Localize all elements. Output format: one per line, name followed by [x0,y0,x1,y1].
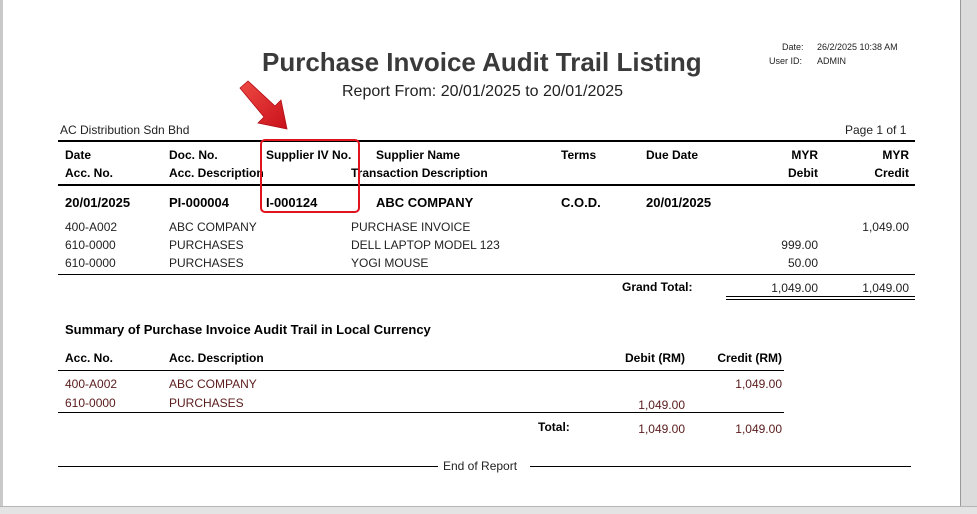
date-value: 26/2/2025 10:38 AM [817,42,898,52]
summary-total-debit: 1,049.00 [638,422,685,436]
line-debit: 50.00 [787,256,818,270]
summary-total-credit: 1,049.00 [735,422,782,436]
report-title: Purchase Invoice Audit Trail Listing [262,47,702,77]
col-due-date: Due Date [646,148,699,162]
col-terms: Terms [561,148,597,162]
summary-col-acc-desc: Acc. Description [169,351,264,365]
col-acc-no: Acc. No. [65,166,114,180]
col-trans-desc: Transaction Description [351,166,488,180]
line-debit: 999.00 [781,238,818,252]
summary-row-acc-desc: ABC COMPANY [169,377,257,391]
line-acc-desc: PURCHASES [169,238,244,252]
invoice-supplier-name: ABC COMPANY [376,195,474,210]
summary-row-acc-no: 400-A002 [65,377,118,391]
company-name: AC Distribution Sdn Bhd [60,123,190,137]
grand-total-credit: 1,049.00 [862,281,909,295]
col-myr-credit-top: MYR [882,148,909,162]
line-acc-desc: ABC COMPANY [169,220,257,234]
line-trans-desc: PURCHASE INVOICE [351,220,471,234]
user-label: User ID: [769,56,803,66]
col-supplier-name: Supplier Name [376,148,461,162]
line-acc-no: 400-A002 [65,220,118,234]
grand-total-debit: 1,049.00 [771,281,818,295]
summary-col-acc-no: Acc. No. [65,351,114,365]
summary-total-label: Total: [538,420,570,434]
summary-row-debit: 1,049.00 [638,398,685,412]
summary-row-acc-desc: PURCHASES [169,396,244,410]
end-rule-right [530,466,911,467]
line-acc-no: 610-0000 [65,256,116,270]
lines-bottom-rule [58,274,915,275]
summary-rows-rule [58,412,784,413]
col-credit: Credit [874,166,909,180]
col-date: Date [65,148,92,162]
red-arrow-icon [239,80,288,130]
line-credit: 1,049.00 [862,220,909,234]
header-top-rule [58,140,915,142]
col-doc-no: Doc. No. [169,148,218,162]
line-acc-desc: PURCHASES [169,256,244,270]
end-rule-left [58,466,438,467]
grand-total-label: Grand Total: [622,280,693,294]
end-of-report: End of Report [443,459,518,473]
summary-title: Summary of Purchase Invoice Audit Trail … [65,322,431,337]
line-trans-desc: YOGI MOUSE [351,256,429,270]
invoice-date: 20/01/2025 [65,195,131,210]
grand-total-double-rule-bottom [726,299,915,300]
summary-col-debit: Debit (RM) [625,351,685,365]
user-value: ADMIN [817,56,846,66]
report-subtitle: Report From: 20/01/2025 to 20/01/2025 [342,83,624,100]
summary-col-credit: Credit (RM) [717,351,782,365]
date-label: Date: [782,42,804,52]
page-number: Page 1 of 1 [845,123,907,137]
summary-row-acc-no: 610-0000 [65,396,116,410]
header-bottom-rule [58,184,915,186]
col-acc-desc: Acc. Description [169,166,264,180]
col-myr-debit-top: MYR [791,148,818,162]
highlight-box [260,139,360,213]
viewer-scrollbar[interactable] [960,0,977,513]
grand-total-double-rule-top [726,296,915,297]
invoice-due-date: 20/01/2025 [646,195,712,210]
viewer-left-edge [0,0,3,513]
line-acc-no: 610-0000 [65,238,116,252]
line-trans-desc: DELL LAPTOP MODEL 123 [351,238,500,252]
summary-row-credit: 1,049.00 [735,377,782,391]
invoice-terms: C.O.D. [561,195,601,210]
invoice-doc-no: PI-000004 [169,195,229,210]
col-debit: Debit [788,166,818,180]
summary-header-rule [58,370,784,371]
